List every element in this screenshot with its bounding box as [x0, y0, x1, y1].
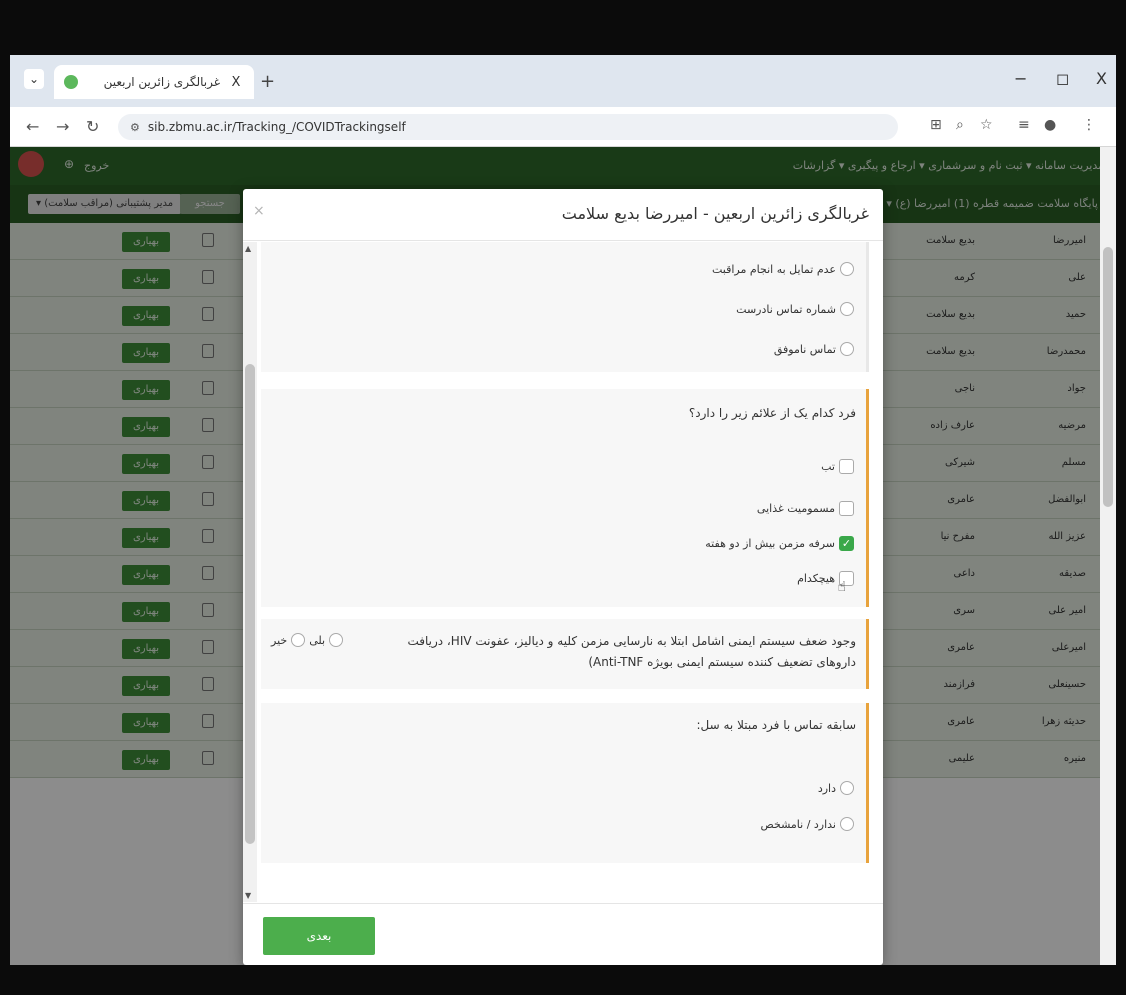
- menu-dots-icon[interactable]: ⋮: [1082, 117, 1096, 133]
- checkbox-chronic-cough[interactable]: ✓: [839, 536, 854, 551]
- page-scrollbar[interactable]: [1100, 147, 1116, 965]
- mouse-cursor-icon: ☝: [837, 579, 846, 595]
- tb-contact-question: سابقه تماس با فرد مبتلا به سل:: [696, 718, 856, 732]
- option-has-contact[interactable]: دارد: [818, 781, 854, 795]
- modal-scrollbar-thumb[interactable]: [245, 364, 255, 844]
- page-scrollbar-thumb[interactable]: [1103, 247, 1113, 507]
- radio-no-contact[interactable]: [840, 817, 854, 831]
- immune-section: وجود ضعف سیستم ایمنی اشامل ابتلا به نارس…: [261, 619, 869, 689]
- symptoms-section: فرد کدام یک از علائم زیر را دارد؟ تب مسم…: [261, 389, 869, 607]
- address-bar: ← → ↻ ⚙ sib.zbmu.ac.ir/Tracking_/COVIDTr…: [10, 107, 1116, 147]
- restore-button[interactable]: ◻: [1056, 69, 1069, 88]
- new-tab-button[interactable]: +: [260, 71, 275, 92]
- tab-title: غربالگری زائرین اربعین: [103, 75, 220, 89]
- modal-title: غربالگری زائرین اربعین - امیررضا بدیع سل…: [561, 204, 869, 223]
- close-window-button[interactable]: X: [1096, 69, 1107, 88]
- symptoms-question: فرد کدام یک از علائم زیر را دارد؟: [688, 406, 856, 420]
- radio-no[interactable]: [291, 633, 306, 647]
- modal-body: ▲ ▼ عدم تمایل به انجام مراقبت شماره تماس…: [243, 242, 883, 902]
- scroll-up-icon[interactable]: ▲: [245, 244, 251, 253]
- screening-modal: غربالگری زائرین اربعین - امیررضا بدیع سل…: [243, 189, 883, 965]
- url-input[interactable]: ⚙ sib.zbmu.ac.ir/Tracking_/COVIDTracking…: [118, 114, 898, 140]
- profile-icon[interactable]: ●: [1044, 117, 1056, 133]
- tab-search-icon[interactable]: ⌄: [24, 69, 44, 89]
- radio-wrong-number[interactable]: [840, 302, 854, 316]
- reading-list-icon[interactable]: ≡: [1018, 117, 1030, 133]
- browser-tab[interactable]: غربالگری زائرین اربعین X: [54, 65, 254, 99]
- label-yes: بلی: [309, 633, 326, 647]
- scroll-down-icon[interactable]: ▼: [245, 891, 251, 900]
- translate-icon[interactable]: ⊞: [930, 117, 942, 133]
- zoom-icon[interactable]: ⌕: [956, 117, 964, 133]
- modal-header: غربالگری زائرین اربعین - امیررضا بدیع سل…: [243, 189, 883, 241]
- immune-options: بلی خیر: [271, 633, 344, 647]
- site-info-icon[interactable]: ⚙: [130, 121, 140, 134]
- web-page: ⊕ خروج مدیریت سامانه ▾ ثبت نام و سرشماری…: [10, 147, 1116, 965]
- option-unwilling[interactable]: عدم تمایل به انجام مراقبت: [712, 262, 854, 276]
- minimize-button[interactable]: −: [1014, 69, 1027, 88]
- site-favicon-icon: [64, 75, 78, 89]
- radio-unwilling[interactable]: [840, 262, 854, 276]
- option-failed-call[interactable]: تماس ناموفق: [774, 342, 854, 356]
- option-wrong-number[interactable]: شماره تماس نادرست: [736, 302, 854, 316]
- option-food-poisoning[interactable]: مسمومیت غذایی: [757, 501, 854, 516]
- modal-scrollbar[interactable]: ▲ ▼: [243, 242, 257, 902]
- tab-close-icon[interactable]: X: [228, 75, 244, 90]
- tb-contact-section: سابقه تماس با فرد مبتلا به سل: دارد ندار…: [261, 703, 869, 863]
- option-fever[interactable]: تب: [821, 459, 854, 474]
- radio-failed-call[interactable]: [840, 342, 854, 356]
- bookmark-star-icon[interactable]: ☆: [980, 117, 993, 133]
- radio-yes[interactable]: [329, 633, 344, 647]
- modal-close-icon[interactable]: ×: [253, 203, 265, 219]
- radio-has-contact[interactable]: [840, 781, 854, 795]
- contact-result-section: عدم تمایل به انجام مراقبت شماره تماس ناد…: [261, 242, 869, 372]
- url-text: sib.zbmu.ac.ir/Tracking_/COVIDTrackingse…: [147, 120, 406, 134]
- reload-icon[interactable]: ↻: [86, 117, 99, 136]
- option-chronic-cough[interactable]: ✓ سرفه مزمن بیش از دو هفته: [705, 536, 854, 551]
- option-no-contact[interactable]: ندارد / نامشخص: [761, 817, 854, 831]
- checkbox-food-poisoning[interactable]: [839, 501, 854, 516]
- immune-question: وجود ضعف سیستم ایمنی اشامل ابتلا به نارس…: [407, 634, 856, 669]
- modal-footer: بعدی: [243, 903, 883, 965]
- browser-window: ⌄ غربالگری زائرین اربعین X + − ◻ X ← → ↻…: [10, 55, 1116, 965]
- label-no: خیر: [271, 633, 288, 647]
- forward-arrow-icon[interactable]: →: [56, 117, 69, 136]
- next-button[interactable]: بعدی: [263, 917, 375, 955]
- checkbox-fever[interactable]: [839, 459, 854, 474]
- tab-bar: ⌄ غربالگری زائرین اربعین X + − ◻ X: [10, 55, 1116, 107]
- back-arrow-icon[interactable]: ←: [26, 117, 39, 136]
